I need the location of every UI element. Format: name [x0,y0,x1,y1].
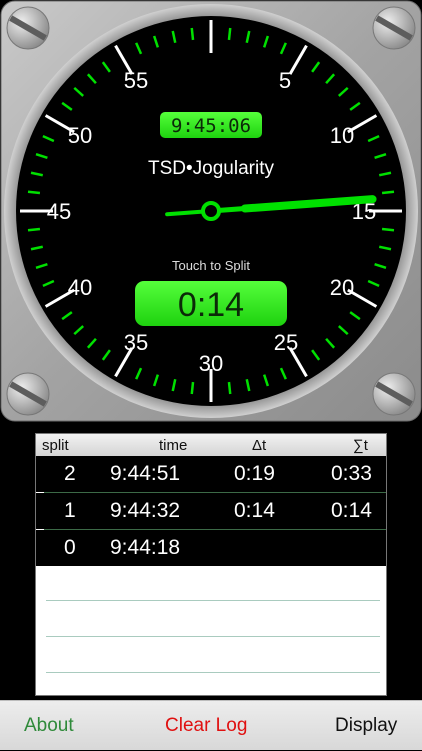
split-prompt: Touch to Split [172,258,250,273]
cell-delta: 0:19 [234,462,275,485]
minor-tick [381,227,395,232]
cell-time: 9:44:18 [110,536,181,559]
clock-bezel: 55 5 50 10 45 15 40 20 35 25 30 9:45:06 … [0,0,422,422]
cell-time: 9:44:32 [110,499,181,522]
screw-icon [6,372,50,416]
minor-tick [227,27,232,41]
screw-icon [6,6,50,50]
app-title: TSD•Jogularity [148,158,274,179]
minor-tick [227,381,232,395]
about-button[interactable]: About [24,701,74,751]
cell-time: 9:44:51 [110,462,181,485]
dial-number: 25 [274,330,298,355]
cell-total: 0:33 [331,462,372,485]
display-button[interactable]: Display [335,701,397,751]
dial-number: 30 [199,351,223,376]
header-delta: Δt [252,437,267,454]
dial-number: 5 [279,68,291,93]
cell-total: 0:14 [331,499,372,522]
minor-tick [381,190,395,195]
header-split: split [42,437,69,454]
table-header: split time Δt ∑t [36,434,386,457]
minor-tick [190,381,195,395]
screw-icon [372,6,416,50]
dial-number: 55 [124,68,148,93]
split-elapsed: 0:14 [178,286,244,324]
cell-delta: 0:14 [234,499,275,522]
dial-number: 10 [330,123,354,148]
empty-row-line [46,672,380,673]
minor-tick [27,227,41,232]
minor-tick [27,190,41,195]
clear-log-button[interactable]: Clear Log [165,701,247,751]
header-total: ∑t [353,437,368,454]
dial-number: 50 [68,123,92,148]
dial-number: 35 [124,330,148,355]
time-display-text: 9:45:06 [171,115,251,137]
table-row[interactable]: 2 9:44:51 0:19 0:33 [36,456,386,492]
cell-split: 2 [64,462,76,485]
table-row[interactable]: 0 9:44:18 [36,530,386,566]
empty-row-line [46,600,380,601]
header-time: time [159,437,188,454]
dial-number: 20 [330,275,354,300]
cell-split: 1 [64,499,76,522]
screw-icon [372,372,416,416]
bottom-toolbar: About Clear Log Display [0,700,422,750]
dial-number: 40 [68,275,92,300]
split-button[interactable]: 0:14 [135,281,287,326]
dial-number: 45 [47,199,71,224]
hand-hub [201,201,221,221]
split-log-table[interactable]: split time Δt ∑t 2 9:44:51 0:19 0:33 1 9… [35,433,387,696]
table-row[interactable]: 1 9:44:32 0:14 0:14 [36,493,386,529]
minor-tick [190,27,195,41]
cell-split: 0 [64,536,76,559]
empty-row-line [46,636,380,637]
